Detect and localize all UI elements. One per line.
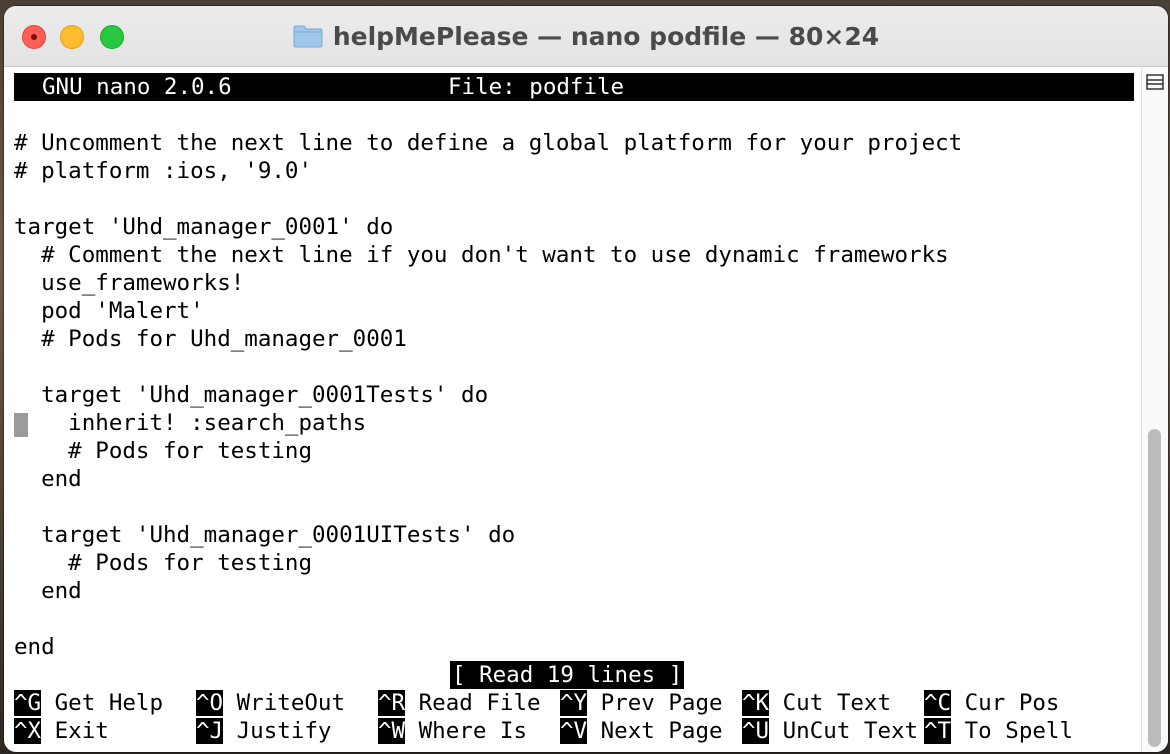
title-bar[interactable]: helpMePlease — nano podfile — 80×24 xyxy=(4,6,1168,67)
editor-line[interactable] xyxy=(14,353,1138,381)
shortcut-item[interactable]: ^T To Spell xyxy=(924,717,1073,745)
editor-line[interactable] xyxy=(14,493,1138,521)
shortcut-key: ^T xyxy=(924,718,952,744)
shortcut-label: Exit xyxy=(54,718,109,744)
shortcut-item[interactable]: ^G Get Help xyxy=(14,689,163,717)
shortcut-label: Justify xyxy=(236,718,332,744)
shortcut-bar-row-1: ^G Get Help ^O WriteOut ^R Read File ^Y Pre… xyxy=(14,689,1138,717)
editor-buffer[interactable]: # Uncomment the next line to define a gl… xyxy=(14,101,1138,661)
editor-line[interactable]: pod 'Malert' xyxy=(14,297,1138,325)
editor-line[interactable]: # platform :ios, '9.0' xyxy=(14,157,1138,185)
shortcut-key: ^G xyxy=(14,690,42,716)
editor-line[interactable]: # Comment the next line if you don't wan… xyxy=(14,241,1138,269)
editor-line[interactable]: target 'Uhd_manager_0001UITests' do xyxy=(14,521,1138,549)
shortcut-item[interactable]: ^J Justify xyxy=(196,717,331,745)
terminal-content[interactable]: GNU nano 2.0.6 File: podfile # Uncomment… xyxy=(14,67,1138,747)
editor-line[interactable]: use_frameworks! xyxy=(14,269,1138,297)
shortcut-item[interactable]: ^V Next Page xyxy=(560,717,723,745)
nano-header-bar: GNU nano 2.0.6 File: podfile xyxy=(14,73,1134,101)
shortcut-key: ^W xyxy=(378,718,406,744)
folder-icon xyxy=(293,25,323,48)
shortcut-key: ^O xyxy=(196,690,224,716)
editor-line[interactable]: # Pods for testing xyxy=(14,549,1138,577)
shortcut-key: ^C xyxy=(924,690,952,716)
shortcut-key: ^U xyxy=(742,718,770,744)
shortcut-item[interactable]: ^W Where Is xyxy=(378,717,527,745)
shortcut-label: Prev Page xyxy=(600,690,723,716)
editor-line[interactable]: end xyxy=(14,633,1138,661)
editor-line-text: # Pods for testing xyxy=(14,550,313,576)
shortcut-label: Next Page xyxy=(600,718,723,744)
editor-line-text: target 'Uhd_manager_0001Tests' do xyxy=(14,382,489,408)
editor-line-text: # Pods for testing xyxy=(14,438,313,464)
editor-line[interactable]: inherit! :search_paths xyxy=(14,409,1138,437)
editor-line-text: end xyxy=(14,578,82,604)
shortcut-label: WriteOut xyxy=(236,690,346,716)
editor-line[interactable]: # Pods for testing xyxy=(14,437,1138,465)
editor-line[interactable]: target 'Uhd_manager_0001' do xyxy=(14,213,1138,241)
shortcut-item[interactable]: ^O WriteOut xyxy=(196,689,345,717)
nano-version: GNU nano 2.0.6 xyxy=(42,74,232,100)
menu-icon[interactable] xyxy=(1146,73,1164,91)
editor-line[interactable]: end xyxy=(14,577,1138,605)
editor-line-text: use_frameworks! xyxy=(14,270,245,296)
shortcut-key: ^Y xyxy=(560,690,588,716)
window-title-text: helpMePlease — nano podfile — 80×24 xyxy=(332,21,880,51)
editor-line-text: target 'Uhd_manager_0001UITests' do xyxy=(14,522,516,548)
shortcut-item[interactable]: ^Y Prev Page xyxy=(560,689,723,717)
editor-line-text: # platform :ios, '9.0' xyxy=(14,158,313,184)
shortcut-item[interactable]: ^R Read File xyxy=(378,689,541,717)
shortcut-label: UnCut Text xyxy=(782,718,919,744)
editor-line[interactable] xyxy=(14,101,1138,129)
status-message: [ Read 19 lines ] xyxy=(450,661,685,689)
shortcut-key: ^V xyxy=(560,718,588,744)
nano-filename: File: podfile xyxy=(448,74,625,100)
shortcut-item[interactable]: ^X Exit xyxy=(14,717,109,745)
editor-line[interactable] xyxy=(14,185,1138,213)
window-title: helpMePlease — nano podfile — 80×24 xyxy=(4,6,1168,66)
editor-line[interactable] xyxy=(14,605,1138,633)
editor-line[interactable]: target 'Uhd_manager_0001Tests' do xyxy=(14,381,1138,409)
editor-line-text: end xyxy=(14,466,82,492)
shortcut-bar-row-2: ^X Exit ^J Justify ^W Where Is ^V Next Page… xyxy=(14,717,1138,745)
shortcut-label: Cur Pos xyxy=(964,690,1060,716)
editor-line-text: target 'Uhd_manager_0001' do xyxy=(14,214,394,240)
shortcut-item[interactable]: ^K Cut Text xyxy=(742,689,891,717)
shortcut-label: To Spell xyxy=(964,718,1074,744)
shortcut-label: Cut Text xyxy=(782,690,892,716)
editor-line[interactable]: # Uncomment the next line to define a gl… xyxy=(14,129,1138,157)
terminal-window: helpMePlease — nano podfile — 80×24 GNU … xyxy=(4,6,1168,752)
editor-line-text: inherit! :search_paths xyxy=(14,410,367,436)
editor-line-text: # Uncomment the next line to define a gl… xyxy=(14,130,963,156)
shortcut-item[interactable]: ^C Cur Pos xyxy=(924,689,1059,717)
shortcut-key: ^X xyxy=(14,718,42,744)
scrollbar-thumb[interactable] xyxy=(1148,429,1161,747)
shortcut-key: ^K xyxy=(742,690,770,716)
text-cursor xyxy=(14,413,28,437)
shortcut-item[interactable]: ^U UnCut Text xyxy=(742,717,918,745)
editor-line-text: pod 'Malert' xyxy=(14,298,204,324)
shortcut-key: ^R xyxy=(378,690,406,716)
shortcut-label: Read File xyxy=(418,690,541,716)
editor-line[interactable]: end xyxy=(14,465,1138,493)
editor-line-text: # Pods for Uhd_manager_0001 xyxy=(14,326,407,352)
vertical-scrollbar[interactable] xyxy=(1141,67,1168,752)
shortcut-label: Get Help xyxy=(54,690,164,716)
editor-line[interactable]: # Pods for Uhd_manager_0001 xyxy=(14,325,1138,353)
editor-line-text: end xyxy=(14,634,55,660)
editor-line-text: # Comment the next line if you don't wan… xyxy=(14,242,949,268)
shortcut-key: ^J xyxy=(196,718,224,744)
shortcut-label: Where Is xyxy=(418,718,528,744)
